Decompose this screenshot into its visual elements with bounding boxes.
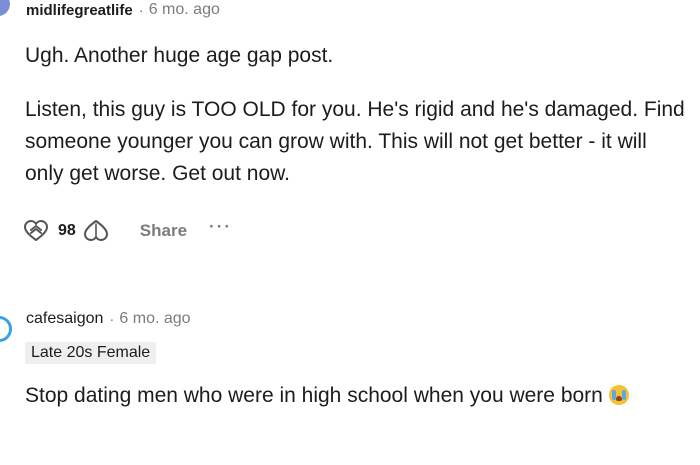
comment-paragraph: Stop dating men who were in high school … (25, 380, 690, 412)
comment-body: Stop dating men who were in high school … (25, 380, 690, 412)
meta-separator: · (109, 310, 115, 328)
comment-paragraph: Ugh. Another huge age gap post. (25, 44, 334, 67)
user-flair: Late 20s Female (25, 342, 157, 364)
avatar[interactable] (0, 316, 12, 342)
loudly-crying-face-icon (608, 385, 629, 405)
comment-body: Ugh. Another huge age gap post. Listen, … (25, 40, 690, 190)
meta-separator: · (138, 1, 144, 19)
downvote-button[interactable] (82, 218, 110, 244)
username-link[interactable]: midlifegreatlife (26, 2, 133, 19)
comment-text: Stop dating men who were in high school … (25, 384, 603, 407)
username-link[interactable]: cafesaigon (26, 310, 103, 328)
comment-thread: midlifegreatlife · 6 mo. ago Ugh. Anothe… (0, 0, 700, 465)
vote-count: 98 (58, 222, 76, 239)
upvote-button[interactable] (22, 218, 50, 244)
avatar[interactable] (0, 0, 10, 16)
comment-timestamp[interactable]: 6 mo. ago (149, 1, 220, 19)
comment-action-bar: 98 Share ··· (22, 216, 232, 246)
comment-paragraph: Listen, this guy is TOO OLD for you. He'… (25, 98, 685, 185)
heart-upvote-icon (24, 220, 48, 241)
comment-header: cafesaigon · 6 mo. ago (26, 308, 191, 330)
comment-header: midlifegreatlife · 6 mo. ago (26, 0, 220, 20)
share-button[interactable]: Share (140, 221, 187, 241)
comment-timestamp[interactable]: 6 mo. ago (119, 310, 190, 328)
more-options-button[interactable]: ··· (209, 217, 232, 237)
heart-downvote-icon (83, 220, 108, 241)
